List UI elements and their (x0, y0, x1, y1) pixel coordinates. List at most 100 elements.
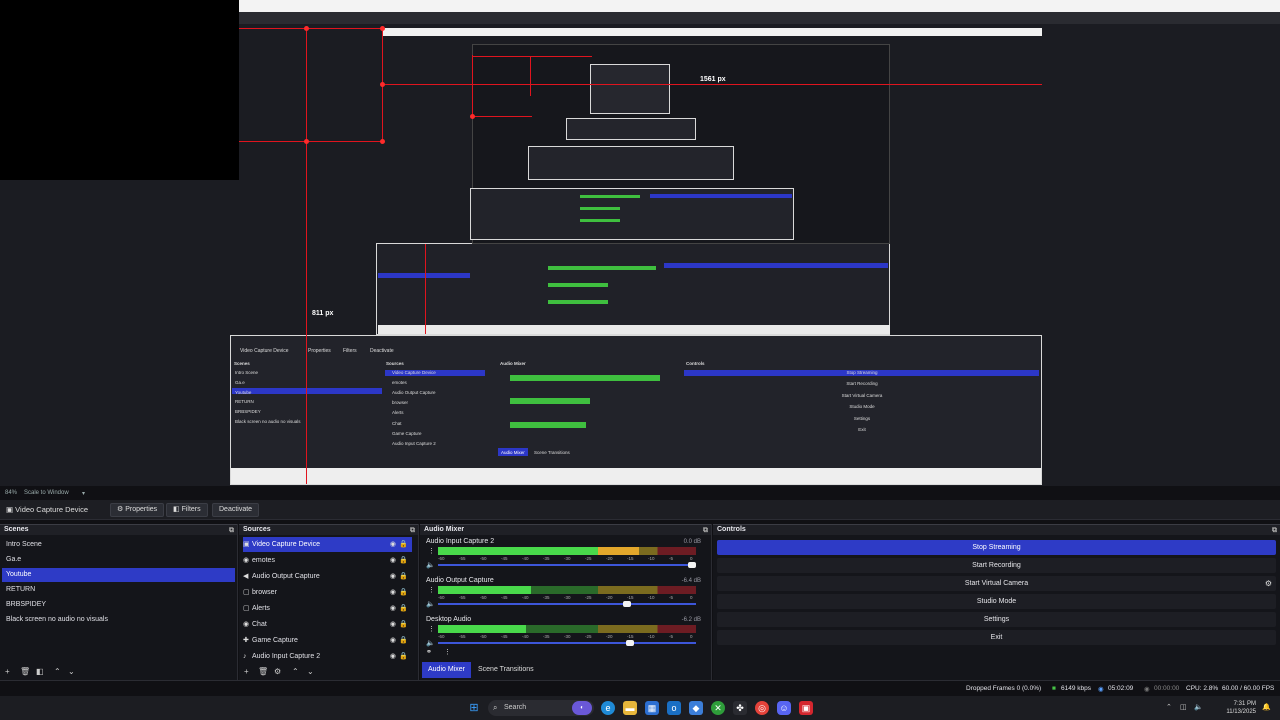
deactivate-button[interactable]: Deactivate (212, 503, 260, 517)
move-down-icon[interactable]: ⌄ (307, 667, 314, 676)
speaker-icon[interactable]: 🔈 (426, 600, 435, 608)
lock-icon[interactable]: 🔒 (399, 601, 408, 616)
lock-icon[interactable]: 🔒 (399, 649, 408, 664)
nested-capture-7 (566, 118, 696, 140)
scene-item[interactable]: BRBSPIDEY (2, 598, 235, 612)
source-item[interactable]: ▢ browser ◉ 🔒 (243, 585, 412, 600)
gear-icon[interactable]: ⚙ (274, 667, 281, 676)
program-preview[interactable]: Video Capture Device Properties Filters … (0, 0, 1280, 486)
scene-item[interactable]: Ga.e (2, 553, 235, 567)
undock-icon[interactable]: ⧉ (1272, 526, 1277, 536)
folder-icon[interactable]: ▬ (623, 701, 637, 715)
lock-icon[interactable]: 🔒 (399, 537, 408, 552)
nested-control-item: Start Virtual Camera (841, 392, 883, 398)
start-recording-button[interactable]: Start Recording (717, 558, 1276, 573)
add-source-button[interactable]: + (244, 667, 249, 676)
eye-icon[interactable]: ◉ (390, 585, 396, 600)
speaker-icon[interactable]: 🔈 (426, 639, 435, 647)
settings-button[interactable]: Settings (717, 612, 1276, 627)
nested-meter (580, 195, 640, 198)
scale-to-window-dropdown[interactable]: Scale to Window (24, 490, 69, 496)
volume-slider[interactable] (438, 640, 696, 646)
eye-icon[interactable]: ◉ (390, 617, 396, 632)
lock-icon[interactable]: 🔒 (399, 569, 408, 584)
source-item[interactable]: ♪ Audio Input Capture 2 ◉ 🔒 (243, 649, 412, 664)
taskbar-clock[interactable]: 7:31 PM 11/13/2025 (1226, 700, 1256, 716)
status-bar: Dropped Frames 0 (0.0%) ■ 6149 kbps ◉ 05… (0, 680, 1280, 696)
network-icon[interactable]: ◫ (1180, 703, 1187, 711)
move-up-icon[interactable]: ⌃ (54, 667, 61, 676)
volume-knob[interactable] (688, 562, 696, 568)
kebab-menu-icon[interactable]: ⋮ (428, 547, 435, 555)
filter-icon[interactable]: ◧ (36, 667, 44, 676)
tray-chevron-icon[interactable]: ⌃ (1166, 703, 1172, 711)
source-item[interactable]: ◉ Chat ◉ 🔒 (243, 617, 412, 632)
lock-icon[interactable]: 🔒 (399, 585, 408, 600)
eye-icon[interactable]: ◉ (390, 601, 396, 616)
undock-icon[interactable]: ⧉ (410, 526, 415, 536)
move-up-icon[interactable]: ⌃ (292, 667, 299, 676)
chevron-down-icon[interactable]: ▾ (82, 490, 85, 497)
volume-knob[interactable] (625, 640, 634, 646)
volume-knob[interactable] (623, 601, 631, 607)
filters-button[interactable]: ◧ Filters (166, 503, 208, 517)
lock-icon[interactable]: 🔒 (399, 617, 408, 632)
nested-meter (580, 207, 620, 210)
source-item[interactable]: ▣ Video Capture Device ◉ 🔒 (243, 537, 412, 552)
source-item[interactable]: ◉ emotes ◉ 🔒 (243, 553, 412, 568)
tab-scene-transitions[interactable]: Scene Transitions (472, 662, 540, 678)
studio-mode-button[interactable]: Studio Mode (717, 594, 1276, 609)
source-item[interactable]: ▢ Alerts ◉ 🔒 (243, 601, 412, 616)
add-scene-button[interactable]: + (5, 667, 10, 676)
stop-streaming-button[interactable]: Stop Streaming (717, 540, 1276, 555)
chrome-icon[interactable]: ◎ (755, 701, 769, 715)
volume-slider[interactable] (438, 601, 696, 607)
record-app-icon[interactable]: ▣ (799, 701, 813, 715)
scene-item[interactable]: Youtube (2, 568, 235, 582)
kebab-menu-icon[interactable]: ⋮ (428, 625, 435, 633)
xbox-icon[interactable]: ✕ (711, 701, 725, 715)
nested-control-item: Studio Mode (849, 404, 875, 410)
volume-slider[interactable] (438, 562, 696, 568)
edge-icon[interactable]: e (601, 701, 615, 715)
eye-icon[interactable]: ◉ (390, 553, 396, 568)
scene-item[interactable]: Intro Scene (2, 538, 235, 552)
meter-tick-label: -55 (459, 556, 466, 561)
eye-icon[interactable]: ◉ (390, 649, 396, 664)
properties-button[interactable]: ⚙ Properties (110, 503, 165, 517)
eye-icon[interactable]: ◉ (390, 537, 396, 552)
eye-icon[interactable]: ◉ (390, 569, 396, 584)
trash-icon[interactable]: 🗑 (20, 667, 30, 676)
gear-icon[interactable]: ⚙ (1265, 576, 1272, 591)
scene-item[interactable]: RETURN (2, 583, 235, 597)
lock-icon[interactable]: 🔒 (399, 633, 408, 648)
start-virtual-camera-button[interactable]: Start Virtual Camera ⚙ (717, 576, 1276, 591)
speaker-icon[interactable]: 🔈 (426, 561, 435, 569)
undock-icon[interactable]: ⧉ (703, 526, 708, 536)
guide-line (472, 116, 532, 117)
exit-button[interactable]: Exit (717, 630, 1276, 645)
windows-start-icon[interactable]: ⊞ (467, 701, 481, 715)
scene-item[interactable]: Black screen no audio no visuals (2, 613, 235, 627)
nested-meter (548, 283, 608, 287)
badge-icon[interactable]: ◐ (572, 701, 592, 715)
eye-icon[interactable]: ◉ (390, 633, 396, 648)
move-down-icon[interactable]: ⌄ (68, 667, 75, 676)
outlook-icon[interactable]: o (667, 701, 681, 715)
sources-dock: Sources ⧉ ▣ Video Capture Device ◉ 🔒 ◉ emotes ◉… (239, 524, 419, 680)
app-icon[interactable]: ◆ (689, 701, 703, 715)
link-icon[interactable]: ⚭ (426, 648, 432, 656)
notification-icon[interactable]: 🔔 (1262, 703, 1271, 711)
game-icon[interactable]: ✤ (733, 701, 747, 715)
store-icon[interactable]: ▦ (645, 701, 659, 715)
lock-icon[interactable]: 🔒 (399, 553, 408, 568)
tab-audio-mixer[interactable]: Audio Mixer (422, 662, 471, 678)
source-item[interactable]: ◀ Audio Output Capture ◉ 🔒 (243, 569, 412, 584)
trash-icon[interactable]: 🗑 (258, 667, 268, 676)
kebab-menu-icon[interactable]: ⋮ (428, 586, 435, 594)
volume-icon[interactable]: 🔈 (1194, 703, 1203, 711)
source-item[interactable]: ✚ Game Capture ◉ 🔒 (243, 633, 412, 648)
discord-icon[interactable]: ☺ (777, 701, 791, 715)
kebab-menu-icon[interactable]: ⋮ (444, 648, 451, 656)
undock-icon[interactable]: ⧉ (229, 526, 234, 536)
